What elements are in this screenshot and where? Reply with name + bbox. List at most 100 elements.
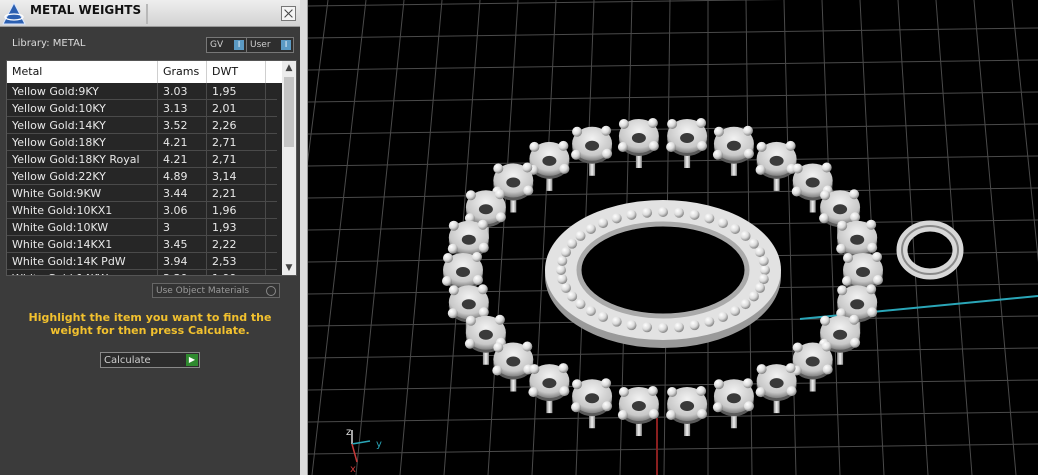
- table-row[interactable]: Yellow Gold:18KY Royal 4.21 2,71: [7, 151, 277, 168]
- prong-ball: [842, 276, 852, 286]
- prong-ball: [819, 213, 830, 224]
- prong-ball: [602, 401, 613, 412]
- 3d-viewport[interactable]: z y x: [308, 0, 1038, 475]
- scroll-up-icon[interactable]: ▲: [282, 61, 296, 75]
- use-object-materials-checkbox[interactable]: Use Object Materials: [152, 283, 280, 298]
- setting-hole: [461, 299, 476, 310]
- table-row[interactable]: Yellow Gold:22KY 4.89 3,14: [7, 168, 277, 185]
- scroll-thumb[interactable]: [284, 77, 294, 147]
- prong-ball: [617, 410, 628, 421]
- user-toggle[interactable]: User I: [246, 37, 294, 53]
- setting-hole: [631, 132, 646, 143]
- prong-ball: [572, 379, 583, 390]
- table-scrollbar[interactable]: ▲ ▼: [282, 61, 296, 275]
- setting-hole: [542, 155, 557, 166]
- prong-ball: [648, 409, 659, 420]
- app-logo-icon: [2, 2, 26, 25]
- prong-ball: [448, 220, 459, 231]
- prong-ball: [837, 220, 848, 231]
- prong-ball: [648, 140, 659, 151]
- table-row[interactable]: White Gold:14K PdW 3.94 2,53: [7, 253, 277, 270]
- column-header-grams[interactable]: Grams: [158, 61, 207, 83]
- bezel-prong-ball: [575, 299, 586, 310]
- title-tab-divider: [146, 4, 148, 24]
- bezel-prong-ball: [673, 322, 684, 333]
- prong-ball: [786, 386, 797, 397]
- prong-ball: [558, 140, 569, 151]
- prong-ball: [785, 363, 796, 374]
- grid-line: [531, 0, 557, 475]
- close-icon[interactable]: [281, 6, 296, 21]
- calculate-button[interactable]: Calculate ▶: [100, 352, 200, 368]
- cell-grams: 3.44: [158, 185, 207, 202]
- prong-ball: [743, 148, 754, 159]
- bezel-prong-ball: [642, 207, 653, 218]
- cell-grams: 3: [158, 219, 207, 236]
- setting-hole: [769, 378, 784, 389]
- cell-metal: White Gold:14K PdW: [7, 253, 158, 270]
- prong-ball: [866, 284, 877, 295]
- bezel-prong-ball: [560, 282, 571, 293]
- cell-metal: Yellow Gold:18KY: [7, 134, 158, 151]
- prong-ball: [743, 401, 754, 412]
- cell-dwt: 2,71: [207, 134, 266, 151]
- table-row[interactable]: White Gold:10KW 3 1,93: [7, 219, 277, 236]
- prong-ball: [872, 252, 882, 262]
- viewport-canvas[interactable]: z y x: [308, 0, 1038, 475]
- prong-ball: [618, 387, 629, 398]
- prong-ball: [447, 308, 458, 319]
- cell-grams: 4.21: [158, 151, 207, 168]
- cell-metal: Yellow Gold:14KY: [7, 117, 158, 134]
- gv-toggle[interactable]: GV I: [206, 37, 247, 53]
- bezel-prong-ball: [575, 230, 586, 241]
- grid-line: [308, 91, 1038, 103]
- bezel-prong-ball: [755, 247, 766, 258]
- cell-dwt: 2,22: [207, 236, 266, 253]
- prong-ball: [666, 410, 677, 421]
- table-row[interactable]: White Gold:10KX1 3.06 1,96: [7, 202, 277, 219]
- metal-weights-panel: METAL WEIGHTS Library: METAL GV I User I…: [0, 0, 300, 475]
- axis-gizmo: z y x: [346, 427, 382, 475]
- table-row[interactable]: White Gold:14KX1 3.45 2,22: [7, 236, 277, 253]
- table-row[interactable]: Yellow Gold:9KY 3.03 1,95: [7, 83, 277, 100]
- bezel-prong-ball: [717, 311, 728, 322]
- prong-ball: [528, 387, 539, 398]
- cell-metal: Yellow Gold:22KY: [7, 168, 158, 185]
- table-row[interactable]: Yellow Gold:18KY 4.21 2,71: [7, 134, 277, 151]
- prong-ball: [464, 338, 475, 349]
- column-header-dwt[interactable]: DWT: [207, 61, 266, 83]
- cell-grams: 3.03: [158, 83, 207, 100]
- bezel-prong-ball: [557, 274, 568, 285]
- prong-ball: [873, 275, 883, 285]
- table-row[interactable]: White Gold:9KW 3.44 2,21: [7, 185, 277, 202]
- cell-dwt: 2,01: [207, 100, 266, 117]
- panel-splitter[interactable]: [300, 0, 308, 475]
- table-row[interactable]: Yellow Gold:10KY 3.13 2,01: [7, 100, 277, 117]
- prong-ball: [792, 163, 803, 174]
- cell-metal: Yellow Gold:9KY: [7, 83, 158, 100]
- setting-hole: [542, 378, 557, 389]
- scroll-down-icon[interactable]: ▼: [282, 261, 296, 275]
- prong-ball: [712, 402, 723, 413]
- panel-titlebar: METAL WEIGHTS: [0, 0, 300, 27]
- prong-ball: [742, 378, 753, 389]
- pendant-model[interactable]: [442, 117, 964, 437]
- table-row[interactable]: Yellow Gold:14KY 3.52 2,26: [7, 117, 277, 134]
- grid-line: [783, 0, 797, 475]
- library-label: Library: METAL: [12, 38, 86, 49]
- setting-hole: [585, 140, 600, 151]
- bezel-prong-ball: [689, 320, 700, 331]
- column-header-metal[interactable]: Metal: [7, 61, 158, 83]
- cell-grams: 3.13: [158, 100, 207, 117]
- prong-ball: [571, 149, 582, 160]
- bezel-prong-ball: [611, 316, 622, 327]
- table-row[interactable]: White Gold:14KW3.301,99: [7, 270, 277, 275]
- prong-ball: [492, 365, 503, 376]
- table-header: Metal Grams DWT: [7, 61, 282, 83]
- prong-ball: [820, 315, 831, 326]
- bezel-prong-ball: [557, 255, 568, 266]
- bezel-prong-ball: [740, 299, 751, 310]
- prong-ball: [559, 163, 570, 174]
- prong-ball: [843, 253, 853, 263]
- prong-ball: [523, 185, 534, 196]
